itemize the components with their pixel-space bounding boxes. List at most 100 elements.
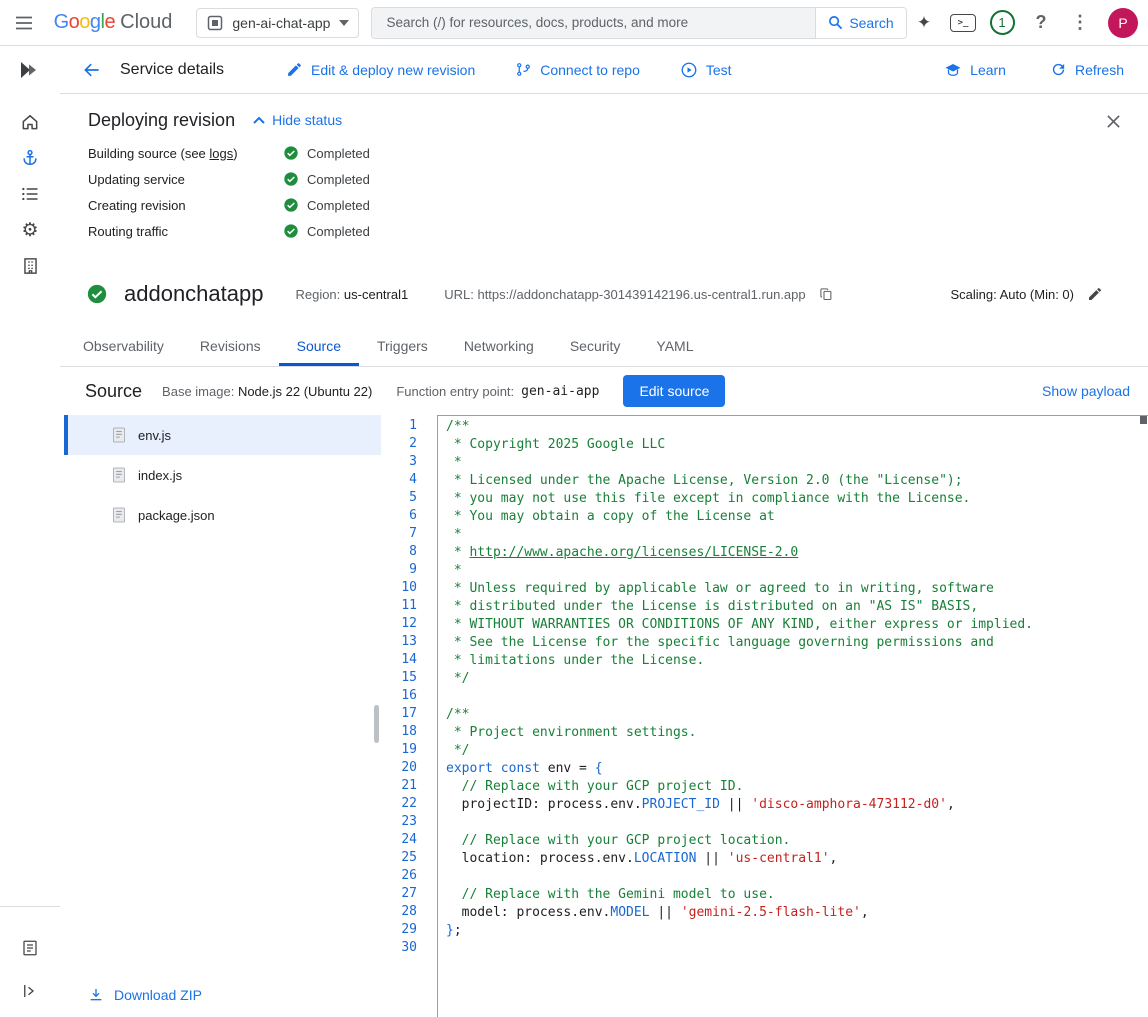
line-number: 13: [381, 633, 417, 651]
code-editor[interactable]: 1234567891011121314151617181920212223242…: [381, 415, 1148, 1017]
tab-security[interactable]: Security: [552, 330, 639, 366]
code-line: * Licensed under the Apache License, Ver…: [446, 472, 1148, 490]
editor-scrollbar-thumb[interactable]: [1140, 416, 1147, 424]
chevron-down-icon: [339, 20, 349, 26]
tab-source[interactable]: Source: [279, 330, 359, 366]
code-line: * See the License for the specific langu…: [446, 634, 1148, 652]
file-panel: env.js index.js package.json Download ZIP: [60, 415, 381, 1017]
avatar[interactable]: P: [1108, 8, 1138, 38]
hide-status-label: Hide status: [272, 112, 342, 128]
line-numbers: 1234567891011121314151617181920212223242…: [381, 415, 437, 1017]
top-app-bar: Google Cloud gen-ai-chat-app Search ✦ >_…: [0, 0, 1148, 46]
rail-cloud-run-services-button[interactable]: [8, 140, 52, 176]
back-button[interactable]: [74, 52, 110, 88]
learn-label: Learn: [970, 62, 1006, 78]
refresh-label: Refresh: [1075, 62, 1124, 78]
logo-google: Google: [54, 11, 116, 34]
line-number: 28: [381, 903, 417, 921]
building-icon: [21, 256, 40, 276]
refresh-button[interactable]: Refresh: [1050, 61, 1124, 78]
download-icon: [88, 987, 104, 1003]
file-item-env.js[interactable]: env.js: [64, 415, 381, 455]
google-cloud-logo: Google Cloud: [54, 11, 173, 34]
close-status-button[interactable]: [1100, 108, 1126, 134]
notifications-button[interactable]: 1: [985, 6, 1019, 40]
logs-link[interactable]: logs: [209, 146, 233, 161]
left-nav-rail: ⚙: [0, 46, 60, 1017]
gemini-button[interactable]: ✦: [907, 6, 941, 40]
show-payload-link[interactable]: Show payload: [1042, 383, 1130, 399]
connect-repo-button[interactable]: Connect to repo: [515, 61, 640, 78]
search-button[interactable]: Search: [815, 8, 906, 38]
hamburger-menu-button[interactable]: [0, 0, 48, 46]
rail-settings-button[interactable]: ⚙: [8, 212, 52, 248]
line-number: 26: [381, 867, 417, 885]
tab-networking[interactable]: Networking: [446, 330, 552, 366]
project-picker[interactable]: gen-ai-chat-app: [196, 8, 359, 38]
tabs: ObservabilityRevisionsSourceTriggersNetw…: [60, 330, 1148, 367]
line-number: 8: [381, 543, 417, 561]
status-label: Building source (see logs): [88, 146, 283, 161]
service-toolbar: Service details Edit & deploy new revisi…: [60, 46, 1148, 94]
line-number: 10: [381, 579, 417, 597]
code-line: * Copyright 2025 Google LLC: [446, 436, 1148, 454]
play-circle-icon: [680, 61, 698, 79]
file-item-index.js[interactable]: index.js: [64, 455, 381, 495]
deploy-status-header: Deploying revision Hide status: [88, 108, 1124, 132]
rail-organization-button[interactable]: [8, 248, 52, 284]
tab-triggers[interactable]: Triggers: [359, 330, 446, 366]
code-line: * WITHOUT WARRANTIES OR CONDITIONS OF AN…: [446, 616, 1148, 634]
tab-yaml[interactable]: YAML: [638, 330, 711, 366]
edit-source-button[interactable]: Edit source: [623, 375, 725, 407]
line-number: 5: [381, 489, 417, 507]
test-button[interactable]: Test: [680, 61, 732, 79]
learn-button[interactable]: Learn: [944, 61, 1006, 79]
logo-cloud: Cloud: [120, 11, 172, 34]
file-name: env.js: [138, 428, 171, 443]
edit-scaling-button[interactable]: [1082, 281, 1108, 307]
cloud-run-product-logo: [18, 52, 42, 88]
connect-repo-label: Connect to repo: [540, 62, 640, 78]
status-row: Building source (see logs)Completed: [88, 140, 1124, 166]
rail-list-button[interactable]: [8, 176, 52, 212]
cloud-shell-button[interactable]: >_: [946, 6, 980, 40]
search-input[interactable]: [372, 8, 815, 38]
source-title: Source: [85, 381, 142, 402]
edit-deploy-button[interactable]: Edit & deploy new revision: [286, 61, 475, 78]
close-icon: [1106, 114, 1121, 129]
line-number: 23: [381, 813, 417, 831]
panel-expand-icon: [21, 982, 39, 1000]
line-number: 25: [381, 849, 417, 867]
line-number: 17: [381, 705, 417, 723]
deploy-status-title: Deploying revision: [88, 110, 235, 131]
file-icon: [112, 427, 126, 443]
hide-status-button[interactable]: Hide status: [253, 112, 342, 128]
line-number: 9: [381, 561, 417, 579]
status-text: Completed: [307, 172, 370, 187]
line-number: 29: [381, 921, 417, 939]
line-number: 27: [381, 885, 417, 903]
check-circle-icon: [283, 197, 299, 213]
code-line: * You may obtain a copy of the License a…: [446, 508, 1148, 526]
status-label: Creating revision: [88, 198, 283, 213]
file-item-package.json[interactable]: package.json: [64, 495, 381, 535]
main-content: Deploying revision Hide status Building …: [60, 94, 1148, 1017]
pencil-icon: [286, 61, 303, 78]
tab-revisions[interactable]: Revisions: [182, 330, 279, 366]
code-line: * http://www.apache.org/licenses/LICENSE…: [446, 544, 1148, 562]
release-notes-icon: [21, 939, 39, 957]
copy-url-button[interactable]: [814, 281, 840, 307]
file-name: package.json: [138, 508, 215, 523]
tab-observability[interactable]: Observability: [65, 330, 182, 366]
line-number: 22: [381, 795, 417, 813]
expand-rail-button[interactable]: [8, 973, 52, 1009]
rail-home-button[interactable]: [8, 104, 52, 140]
more-options-button[interactable]: ⋮: [1063, 6, 1097, 40]
help-button[interactable]: ?: [1024, 6, 1058, 40]
release-notes-button[interactable]: [8, 930, 52, 966]
file-panel-scrollbar[interactable]: [374, 705, 379, 743]
download-zip-button[interactable]: Download ZIP: [88, 987, 202, 1003]
code-line: [446, 688, 1148, 706]
line-number: 11: [381, 597, 417, 615]
status-label: Routing traffic: [88, 224, 283, 239]
